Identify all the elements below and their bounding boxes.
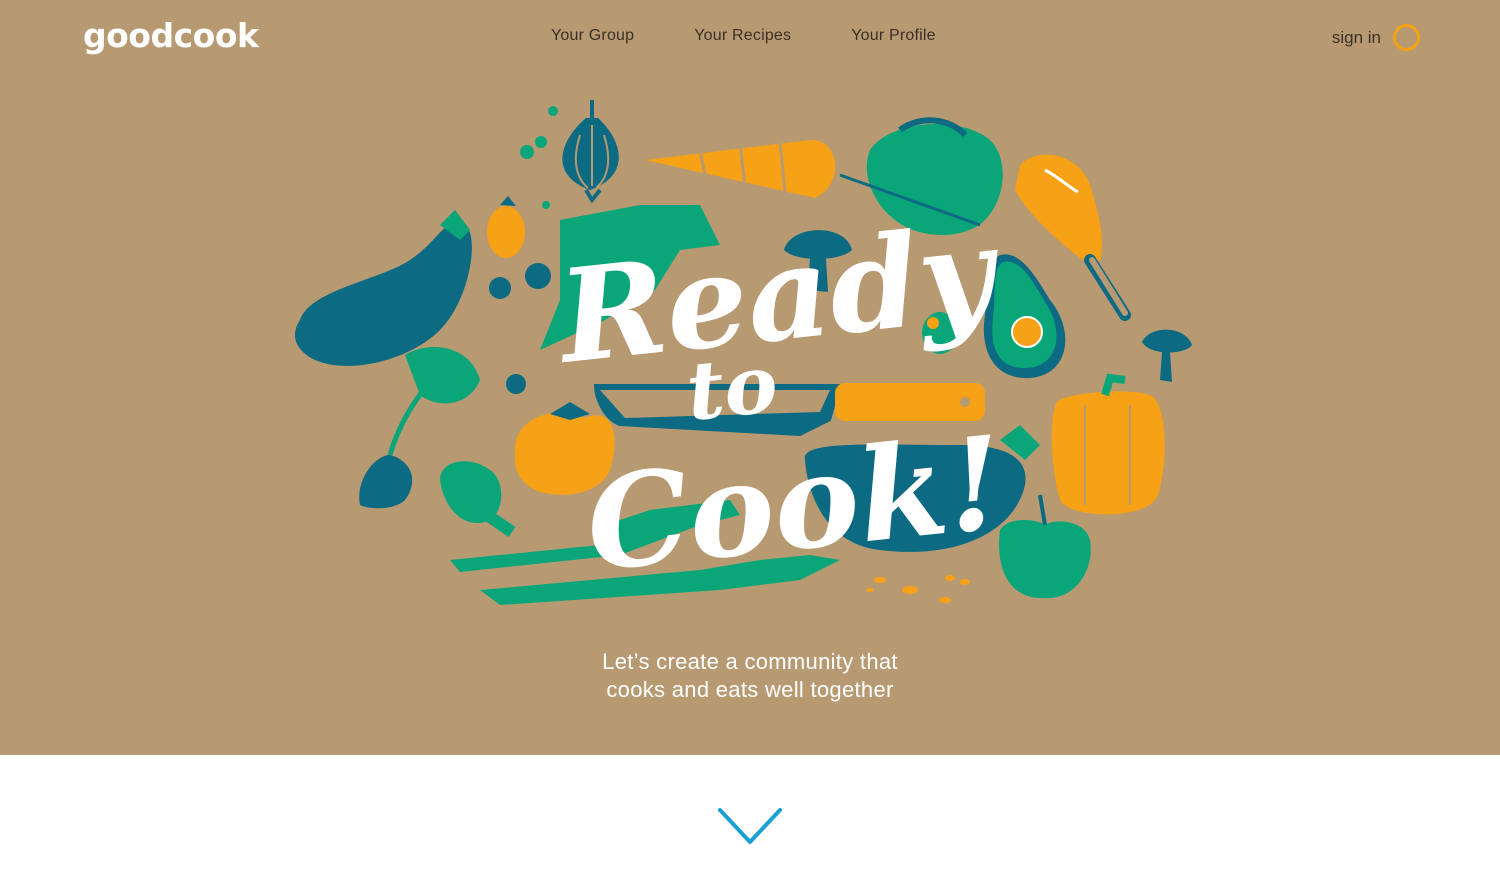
- onion-icon: [562, 100, 619, 204]
- eggplant-icon: [295, 210, 472, 366]
- food-illustration: Ready to Cook!: [295, 100, 1192, 605]
- goodcook-logo[interactable]: goodcook: [83, 16, 259, 55]
- bell-pepper-icon: [1051, 373, 1165, 515]
- nav-your-group[interactable]: Your Group: [551, 27, 634, 45]
- broccoli-icon: [440, 461, 516, 537]
- chevron-down-icon[interactable]: [716, 806, 784, 848]
- hero-tagline: Let’s create a community that cooks and …: [0, 648, 1500, 704]
- hero-section: Ready to Cook! goodcook Your Group Your …: [0, 0, 1500, 755]
- nav-your-recipes[interactable]: Your Recipes: [694, 27, 791, 45]
- headline-to: to: [682, 336, 782, 439]
- berries-icon: [489, 263, 551, 394]
- tagline-line-2: cooks and eats well together: [606, 677, 894, 702]
- sign-in-label[interactable]: sign in: [1332, 28, 1381, 48]
- mushroom-icon: [1142, 329, 1192, 382]
- crumbs-icon: [866, 575, 970, 603]
- ring-icon[interactable]: [1393, 24, 1420, 51]
- peas-icon: [520, 106, 558, 209]
- sign-in-button[interactable]: sign in: [1332, 24, 1420, 51]
- nav-your-profile[interactable]: Your Profile: [851, 27, 936, 45]
- tagline-line-1: Let’s create a community that: [602, 649, 898, 674]
- cherry-tomato-icon: [487, 196, 525, 258]
- main-nav: Your Group Your Recipes Your Profile: [551, 27, 936, 45]
- carrot-icon: [645, 139, 836, 198]
- top-navigation-bar: goodcook Your Group Your Recipes Your Pr…: [0, 0, 1500, 76]
- headline-cook: Cook!: [580, 408, 1011, 601]
